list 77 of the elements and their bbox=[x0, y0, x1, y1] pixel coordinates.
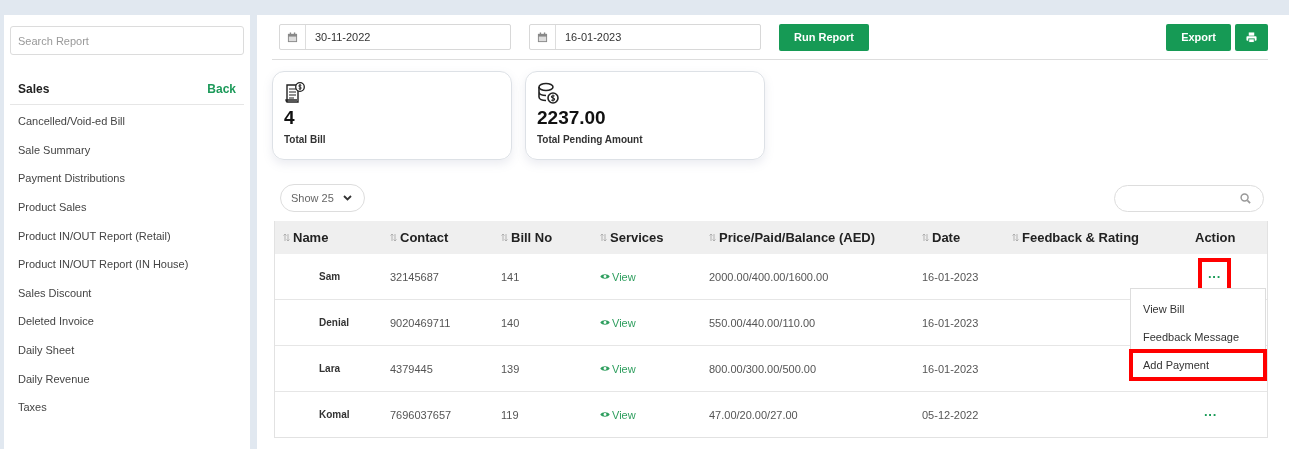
run-report-button[interactable]: Run Report bbox=[779, 23, 869, 51]
table-cell-text: 9020469711 bbox=[390, 316, 452, 329]
stat-value: 4 bbox=[284, 107, 296, 129]
table-cell-text: Komal bbox=[318, 409, 351, 420]
column-header[interactable]: Feedback & Rating bbox=[1012, 230, 1140, 245]
table-cell-text: 119 bbox=[501, 408, 520, 421]
table-cell-text: 4379445 bbox=[390, 362, 434, 375]
calendar-icon bbox=[537, 31, 548, 43]
sort-icon bbox=[283, 233, 290, 242]
search-icon bbox=[1240, 192, 1251, 204]
column-header[interactable]: Bill No bbox=[501, 230, 553, 245]
chevron-down-icon bbox=[342, 195, 352, 201]
eye-icon bbox=[600, 411, 610, 419]
page-size-dropdown[interactable]: Show 25 bbox=[280, 184, 365, 212]
date-field[interactable]: 16-01-2023 bbox=[529, 24, 761, 50]
sidebar-item[interactable]: Product IN/OUT Report (Retail) bbox=[10, 221, 244, 250]
column-header[interactable]: Date bbox=[922, 230, 961, 245]
table-cell-text: 05-12-2022 bbox=[922, 408, 980, 421]
calendar-icon bbox=[287, 31, 298, 43]
eye-icon bbox=[600, 365, 610, 373]
sort-icon bbox=[709, 233, 716, 242]
table-cell-text: 16-01-2023 bbox=[922, 316, 980, 329]
table-cell-text: 139 bbox=[501, 362, 521, 375]
sidebar-item[interactable]: Daily Sheet bbox=[10, 335, 244, 365]
table-cell-text: Denial bbox=[318, 317, 350, 328]
table-cell-text: 16-01-2023 bbox=[922, 362, 980, 375]
view-link[interactable]: View bbox=[600, 270, 636, 283]
column-header: Action bbox=[1194, 230, 1236, 245]
print-button[interactable] bbox=[1235, 23, 1268, 51]
search-field[interactable]: Search Report bbox=[10, 26, 244, 55]
table-cell-text: 7696037657 bbox=[390, 408, 453, 421]
stat-label: Total Bill bbox=[284, 134, 327, 145]
eye-icon bbox=[600, 273, 610, 281]
table-cell-text: 47.00/20.00/27.00 bbox=[709, 408, 799, 421]
sort-icon bbox=[390, 233, 397, 242]
sort-icon bbox=[922, 233, 929, 242]
table-cell-text: 550.00/440.00/110.00 bbox=[709, 316, 817, 329]
sidebar-item[interactable]: Product IN/OUT Report (IN House) bbox=[10, 249, 244, 279]
table-cell-text: 32145687 bbox=[390, 270, 440, 283]
table-cell-text: 800.00/300.00/500.00 bbox=[709, 362, 818, 375]
menu-item[interactable]: Feedback Message bbox=[1131, 323, 1265, 351]
column-header[interactable]: Services bbox=[600, 230, 664, 245]
sort-icon bbox=[1012, 233, 1019, 242]
menu-item[interactable]: View Bill bbox=[1131, 295, 1265, 323]
printer-icon bbox=[1246, 31, 1257, 43]
sidebar-item[interactable]: Product Sales bbox=[10, 192, 244, 222]
view-link[interactable]: View bbox=[600, 362, 636, 375]
stat-label: Total Pending Amount bbox=[537, 134, 644, 145]
section-title: Sales bbox=[18, 82, 50, 96]
receipt-icon bbox=[284, 82, 306, 104]
sidebar-item[interactable]: Daily Revenue bbox=[10, 364, 244, 393]
sort-icon bbox=[501, 233, 508, 242]
view-link[interactable]: View bbox=[600, 408, 636, 421]
column-header[interactable]: Contact bbox=[390, 230, 449, 245]
column-header[interactable]: Name bbox=[275, 230, 329, 245]
sort-icon bbox=[600, 233, 607, 242]
back-link[interactable]: Back bbox=[207, 82, 236, 96]
sidebar-item[interactable]: Deleted Invoice bbox=[10, 307, 244, 336]
coins-icon bbox=[537, 82, 559, 104]
table-cell-text: 140 bbox=[501, 316, 521, 329]
sidebar-item[interactable]: Payment Distributions bbox=[10, 164, 244, 193]
table-cell-text: 16-01-2023 bbox=[922, 270, 980, 283]
date-field[interactable]: 30-11-2022 bbox=[279, 24, 511, 50]
table-cell-text: Lara bbox=[318, 363, 342, 374]
table-cell-text: 141 bbox=[501, 270, 521, 283]
sidebar-item[interactable]: Sale Summary bbox=[10, 135, 244, 165]
view-link[interactable]: View bbox=[600, 316, 636, 329]
sidebar-item[interactable]: Cancelled/Void-ed Bill bbox=[10, 107, 244, 136]
column-header[interactable]: Price/Paid/Balance (AED) bbox=[709, 230, 876, 245]
sidebar-item[interactable]: Sales Discount bbox=[10, 278, 244, 308]
table-cell-text: 2000.00/400.00/1600.00 bbox=[709, 270, 830, 283]
export-button[interactable]: Export bbox=[1166, 23, 1231, 51]
stat-value: 2237.00 bbox=[537, 107, 607, 129]
table-cell-text: Sam bbox=[318, 271, 342, 282]
menu-item[interactable]: Add Payment bbox=[1131, 351, 1265, 379]
sidebar-item[interactable]: Taxes bbox=[10, 392, 244, 422]
eye-icon bbox=[600, 319, 610, 327]
